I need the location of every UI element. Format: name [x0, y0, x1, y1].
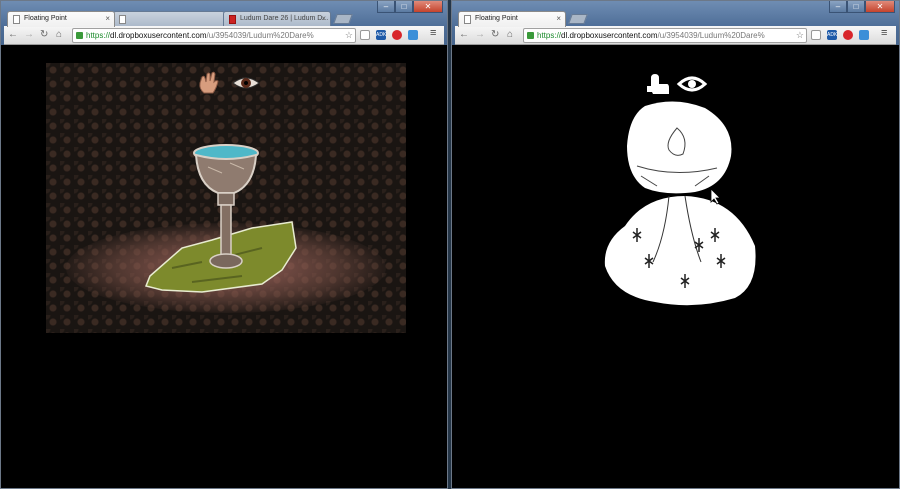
extension-icon[interactable] — [811, 30, 821, 40]
minimize-button[interactable]: – — [829, 1, 847, 13]
home-button[interactable]: ⌂ — [507, 29, 513, 41]
ludum-dare-favicon — [229, 15, 236, 24]
url-host: dl.dropboxusercontent.com — [561, 31, 658, 40]
reload-button[interactable]: ↻ — [40, 29, 48, 41]
back-button[interactable]: ← — [8, 29, 18, 41]
lock-icon — [527, 32, 534, 39]
toolbar: ← → ↻ ⌂ https://dl.dropboxusercontent.co… — [455, 26, 896, 45]
address-bar[interactable]: https://dl.dropboxusercontent.com/u/3954… — [72, 28, 356, 43]
tab-blank[interactable] — [113, 11, 225, 27]
opera-extension-icon[interactable] — [392, 30, 402, 40]
tab-title: Floating Point — [24, 15, 67, 22]
alexa-extension-icon[interactable]: ADK — [827, 30, 837, 40]
extension-icon[interactable] — [408, 30, 418, 40]
address-bar[interactable]: https://dl.dropboxusercontent.com/u/3954… — [523, 28, 807, 43]
page-viewport — [455, 46, 896, 485]
close-window-button[interactable]: ✕ — [413, 1, 443, 13]
extension-icon[interactable] — [859, 30, 869, 40]
tab-floating-point[interactable]: Floating Point × — [458, 11, 566, 27]
url-scheme: https:// — [86, 31, 111, 40]
page-icon — [464, 15, 471, 24]
extension-icon[interactable] — [360, 30, 370, 40]
window-chrome: Floating Point × Ludum Dare 26 | Ludum D… — [1, 1, 447, 45]
page-icon — [119, 15, 126, 24]
toolbar: ← → ↻ ⌂ https://dl.dropboxusercontent.co… — [4, 26, 444, 45]
url-path: /u/3954039/Ludum%20Dare% — [657, 31, 765, 40]
chalice-icon[interactable] — [188, 143, 264, 273]
window-controls: – □ ✕ — [377, 1, 443, 13]
forward-button[interactable]: → — [24, 29, 34, 41]
upper-white-shape[interactable] — [627, 101, 732, 194]
forward-button[interactable]: → — [475, 29, 485, 41]
window-chrome: Floating Point × – □ ✕ ← → ↻ ⌂ https://d… — [452, 1, 899, 45]
lock-icon — [76, 32, 83, 39]
minimize-button[interactable]: – — [377, 1, 395, 13]
new-tab-button[interactable] — [333, 14, 353, 24]
url-scheme: https:// — [537, 31, 562, 40]
menu-icon[interactable]: ≡ — [881, 27, 887, 39]
tab-title: Floating Point — [475, 15, 518, 22]
browser-window-left: Floating Point × Ludum Dare 26 | Ludum D… — [0, 0, 448, 489]
desktop: Floating Point × Ludum Dare 26 | Ludum D… — [0, 0, 900, 489]
back-button[interactable]: ← — [459, 29, 469, 41]
maximize-button[interactable]: □ — [395, 1, 413, 13]
page-icon — [13, 15, 20, 24]
close-tab-icon[interactable]: × — [556, 14, 561, 23]
home-button[interactable]: ⌂ — [56, 29, 62, 41]
hand-icon[interactable] — [196, 71, 226, 95]
tab-floating-point[interactable]: Floating Point × — [7, 11, 115, 27]
browser-window-right: Floating Point × – □ ✕ ← → ↻ ⌂ https://d… — [451, 0, 900, 489]
url-host: dl.dropboxusercontent.com — [110, 31, 207, 40]
page-viewport — [4, 46, 444, 485]
bookmark-star-icon[interactable]: ☆ — [796, 29, 804, 42]
game-canvas[interactable] — [455, 46, 896, 485]
menu-icon[interactable]: ≡ — [430, 27, 436, 39]
hand-icon[interactable] — [647, 74, 669, 94]
eye-icon[interactable] — [676, 76, 708, 92]
game-canvas[interactable] — [46, 63, 406, 333]
new-tab-button[interactable] — [568, 14, 588, 24]
close-tab-icon[interactable]: × — [321, 14, 326, 23]
opera-extension-icon[interactable] — [843, 30, 853, 40]
tab-title: Ludum Dare 26 | Ludum D... — [240, 15, 329, 22]
maximize-button[interactable]: □ — [847, 1, 865, 13]
url-path: /u/3954039/Ludum%20Dare% — [206, 31, 314, 40]
close-tab-icon[interactable]: × — [105, 14, 110, 23]
reload-button[interactable]: ↻ — [491, 29, 499, 41]
window-controls: – □ ✕ — [829, 1, 895, 13]
bookmark-star-icon[interactable]: ☆ — [345, 29, 353, 42]
eye-icon[interactable] — [231, 75, 261, 91]
lower-white-shape[interactable] — [604, 195, 756, 306]
tab-ludum-dare[interactable]: Ludum Dare 26 | Ludum D... × — [223, 11, 331, 27]
close-window-button[interactable]: ✕ — [865, 1, 895, 13]
alexa-extension-icon[interactable]: ADK — [376, 30, 386, 40]
